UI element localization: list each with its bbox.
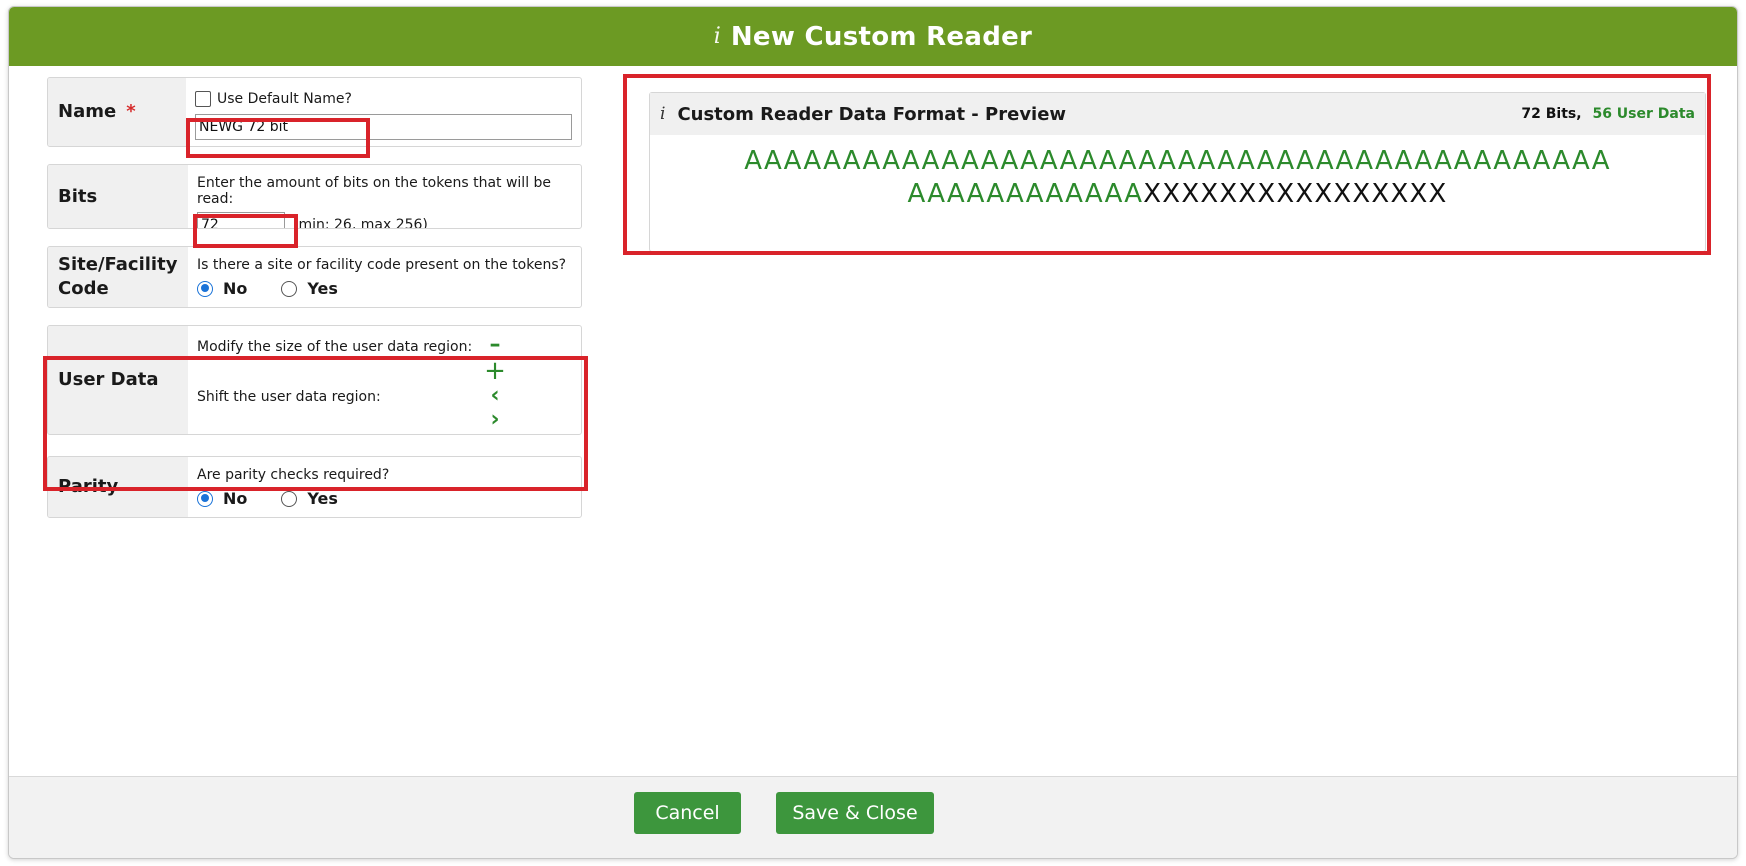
parity-label-cell: Parity — [48, 457, 188, 517]
data-format-preview-panel: i Custom Reader Data Format - Preview 72… — [649, 92, 1706, 252]
site-radio-yes-label: Yes — [307, 279, 338, 298]
parity-card: Parity Are parity checks required? No Ye… — [47, 456, 582, 518]
new-custom-reader-dialog: i New Custom Reader Name * Use Default N… — [8, 6, 1738, 859]
name-body: Use Default Name? NEWG 72 bit — [186, 78, 581, 146]
required-marker: * — [126, 101, 136, 122]
radio-unselected-icon[interactable] — [281, 280, 298, 297]
shift-region-label: Shift the user data region: — [197, 389, 381, 405]
parity-radio-yes-label: Yes — [307, 489, 338, 508]
modify-size-label: Modify the size of the user data region: — [197, 339, 473, 355]
user-data-bits-text: 56 User Data — [1592, 106, 1695, 122]
preview-header: i Custom Reader Data Format - Preview 72… — [650, 93, 1705, 135]
user-data-bits-line1: AAAAAAAAAAAAAAAAAAAAAAAAAAAAAAAAAAAAAAAA… — [744, 146, 1611, 176]
site-label-cell: Site/Facility Code — [48, 247, 188, 307]
info-icon: i — [713, 24, 721, 49]
user-data-label: User Data — [58, 369, 159, 390]
bits-label-cell: Bits — [48, 165, 188, 228]
chevron-left-icon[interactable]: ‹ — [484, 385, 506, 407]
dialog-title: New Custom Reader — [730, 21, 1033, 52]
site-label-line2: Code — [58, 278, 109, 299]
bits-input[interactable]: 72 — [197, 212, 285, 228]
bit-format-preview: AAAAAAAAAAAAAAAAAAAAAAAAAAAAAAAAAAAAAAAA… — [650, 135, 1705, 211]
minus-icon[interactable]: – — [484, 334, 506, 356]
parity-radio-no[interactable]: No — [197, 489, 247, 508]
use-default-name-label[interactable]: Use Default Name? — [217, 91, 352, 107]
site-radio-yes[interactable]: Yes — [281, 279, 338, 298]
name-card: Name * Use Default Name? NEWG 72 bit — [47, 77, 582, 147]
bits-hint: (min: 26, max 256) — [293, 217, 428, 229]
user-data-body: Modify the size of the user data region:… — [188, 326, 581, 434]
site-facility-card: Site/Facility Code Is there a site or fa… — [47, 246, 582, 308]
parity-label: Parity — [58, 476, 119, 497]
chevron-right-icon[interactable]: › — [484, 409, 506, 431]
site-radio-no[interactable]: No — [197, 279, 247, 298]
bits-prompt: Enter the amount of bits on the tokens t… — [197, 175, 552, 207]
bits-card: Bits Enter the amount of bits on the tok… — [47, 164, 582, 229]
parity-question: Are parity checks required? — [197, 467, 390, 483]
save-close-button[interactable]: Save & Close — [776, 792, 934, 834]
dialog-title-bar: i New Custom Reader — [9, 7, 1737, 66]
name-label: Name — [58, 101, 117, 122]
plus-icon[interactable]: + — [484, 358, 506, 384]
parity-body: Are parity checks required? No Yes — [188, 457, 581, 517]
radio-selected-icon[interactable] — [197, 280, 213, 297]
site-label-line1: Site/Facility — [58, 254, 178, 275]
radio-selected-icon[interactable] — [197, 490, 213, 507]
cancel-button[interactable]: Cancel — [634, 792, 741, 834]
use-default-name-checkbox[interactable] — [195, 91, 211, 107]
site-body: Is there a site or facility code present… — [188, 247, 581, 307]
user-data-card: User Data Modify the size of the user da… — [47, 325, 582, 435]
other-bits-line2: XXXXXXXXXXXXXXXX — [1143, 179, 1448, 209]
parity-radio-yes[interactable]: Yes — [281, 489, 338, 508]
bits-body: Enter the amount of bits on the tokens t… — [188, 165, 581, 228]
name-label-cell: Name * — [48, 78, 186, 146]
parity-radio-no-label: No — [223, 489, 248, 508]
user-data-bits-line2: AAAAAAAAAAAA — [907, 179, 1144, 209]
total-bits-text: 72 Bits, — [1521, 106, 1582, 122]
radio-unselected-icon[interactable] — [281, 490, 298, 507]
info-icon: i — [660, 104, 666, 124]
dialog-footer: Cancel Save & Close — [9, 776, 1737, 858]
bits-label: Bits — [58, 185, 98, 207]
name-input[interactable]: NEWG 72 bit — [195, 114, 572, 140]
user-data-label-cell: User Data — [48, 326, 188, 434]
site-question: Is there a site or facility code present… — [197, 257, 567, 273]
preview-title: Custom Reader Data Format - Preview — [677, 103, 1067, 125]
preview-stats: 72 Bits, 56 User Data — [1521, 106, 1695, 122]
site-radio-no-label: No — [223, 279, 248, 298]
